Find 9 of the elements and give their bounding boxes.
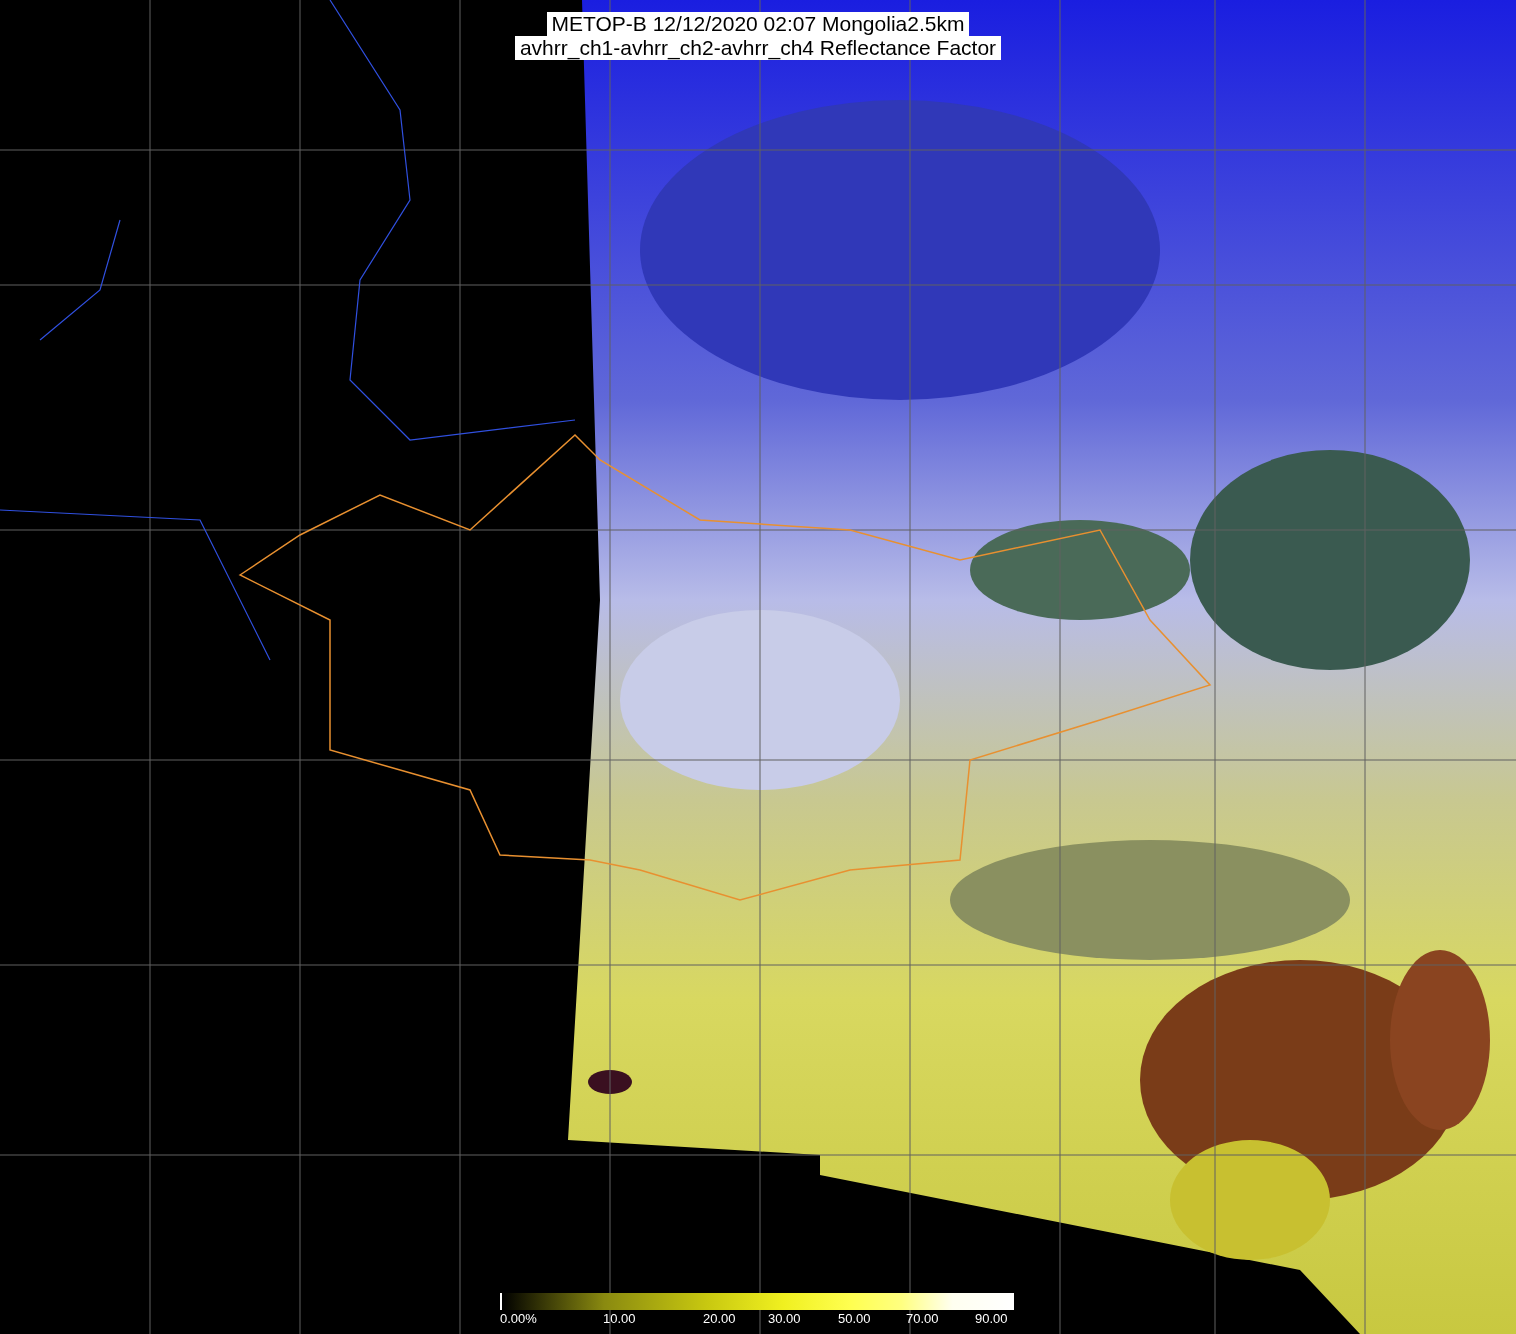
scale-label: 50.00 [838,1311,871,1326]
image-title: avhrr_ch1-avhrr_ch2-avhrr_ch4 Reflectance Factor [514,36,1002,60]
image-title: METOP-B 12/12/2020 02:07 Mongolia2.5km [546,12,970,36]
scale-label: 0.00% [500,1311,537,1326]
scale-label: 20.00 [703,1311,736,1326]
scale-label: 10.00 [603,1311,636,1326]
scale-label: 70.00 [906,1311,939,1326]
scale-label: 30.00 [768,1311,801,1326]
scale-label: 90.00 [975,1311,1008,1326]
